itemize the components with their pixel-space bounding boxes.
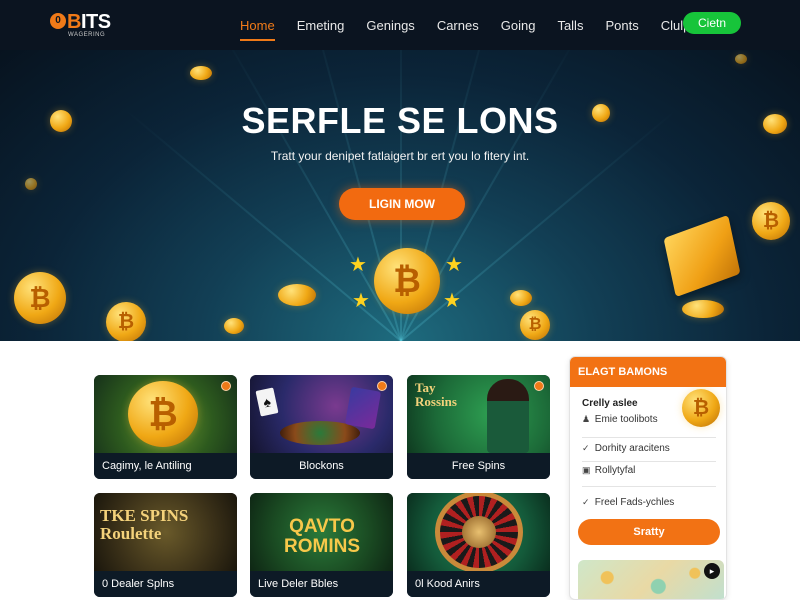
nav-item-carnes[interactable]: Carnes [437,12,479,39]
login-now-button[interactable]: LIGIN MOW [339,188,465,220]
check-icon: ✓ [582,497,590,507]
promo-thumbnail[interactable] [578,560,724,599]
game-card[interactable]: TKE SPINS Roulette 0 Dealer Splns [94,493,237,597]
light-ray [400,108,678,341]
star-icon: ★ [445,254,463,276]
coin-icon [25,178,37,190]
play-icon[interactable]: ▸ [704,563,720,579]
nav-item-genings[interactable]: Genings [366,12,414,39]
top-nav: 0 BITS WAGERING Home Emeting Genings Car… [0,0,800,50]
hero-title: SERFLE SE LONS [241,100,559,141]
slot-screen [344,386,382,430]
star-icon: ★ [443,290,461,312]
user-icon: ♟ [582,414,591,424]
game-card-label: 0l Kood Anirs [407,571,550,597]
nav-item-home[interactable]: Home [240,12,275,41]
brand-logo[interactable]: 0 BITS WAGERING [50,11,130,41]
sidebar-item[interactable]: ✓ Freel Fads-ychles [582,497,674,508]
game-card-image: ♠ [250,375,393,453]
game-card-image: Tay Rossins [407,375,550,453]
sidebar-title: ELAGT BAMONS [570,357,726,387]
promo-sidebar: ELAGT BAMONS Crelly aslee ₿ ♟ Emie tooli… [569,356,727,600]
coin-icon [190,66,212,80]
game-card-label: Live Deler Bbles [250,571,393,597]
sidebar-subtitle: Crelly aslee [582,398,638,409]
sidebar-item-label: Emie toolibots [594,414,658,425]
game-card-label: Free Spins [407,453,550,479]
coin-icon [510,290,532,306]
page: 0 BITS WAGERING Home Emeting Genings Car… [0,0,800,600]
sidebar-item-label: Dorhity aracitens [594,443,670,454]
playing-card-icon: ♠ [255,387,279,417]
sidebar-cta-button[interactable]: Sratty [578,519,720,545]
coin-icon [682,300,724,318]
game-card[interactable]: QAVTO ROMINS Live Deler Bbles [250,493,393,597]
gold-cube-icon [663,214,741,298]
check-icon: ✓ [582,443,590,453]
logo-mark: 0 [50,13,66,29]
hero-subtitle: Tratt your denipet fatlaigert br ert you… [270,149,530,163]
badge-dot [377,381,387,391]
badge-dot [534,381,544,391]
game-card[interactable]: ₿ Cagimy, le Antiling [94,375,237,479]
join-button[interactable]: Cietn [683,12,741,34]
promo-art-text: TKE SPINS Roulette [100,506,189,543]
game-card-image: ₿ [94,375,237,453]
star-icon: ★ [352,290,370,312]
game-card-label: 0 Dealer Splns [94,571,237,597]
badge-dot [221,381,231,391]
promo-art-text: Tay Rossins [415,380,457,409]
coin-icon [224,318,244,334]
nav-item-going[interactable]: Going [501,12,536,39]
game-card-image: TKE SPINS Roulette [94,493,237,571]
box-icon: ▣ [582,465,591,475]
roulette-wheel-icon [435,493,523,573]
divider [582,437,716,438]
game-card-image [407,493,550,573]
game-card[interactable]: ♠ Blockons [250,375,393,479]
coin-icon [50,110,72,132]
coin-icon [278,284,316,306]
coin-icon [763,114,787,134]
roulette-hub [462,516,496,548]
nav-item-talls[interactable]: Talls [557,12,583,39]
game-card[interactable]: 0l Kood Anirs [407,493,550,597]
game-card-label: Blockons [250,453,393,479]
sidebar-item-label: Freel Fads-ychles [594,497,675,508]
divider [582,461,716,462]
sidebar-item[interactable]: ▣ Rollytyfal [582,465,635,476]
nav-item-emeting[interactable]: Emeting [297,12,345,39]
sidebar-item-label: Rollytyfal [594,465,636,476]
game-card-image: QAVTO ROMINS [250,493,393,571]
bitcoin-coin-icon: ₿ [106,302,146,341]
promo-art-text: QAVTO ROMINS [284,516,360,557]
star-icon: ★ [349,254,367,276]
bitcoin-coin-icon: ₿ [374,248,440,314]
bitcoin-coin-icon: ₿ [14,272,66,324]
main-menu: Home Emeting Genings Carnes Going Talls … [240,0,712,50]
game-card-label: Cagimy, le Antiling [94,453,237,479]
content-area: ₿ Cagimy, le Antiling ♠ Blockons Tay Ros… [0,341,800,600]
bitcoin-coin-icon: ₿ [128,381,198,447]
dealer-figure [487,379,529,453]
sidebar-item[interactable]: ♟ Emie toolibots [582,414,658,425]
bitcoin-coin-icon: ₿ [682,389,720,427]
coin-icon [735,54,747,64]
coin-icon: ₿ [752,202,790,240]
game-card[interactable]: Tay Rossins Free Spins [407,375,550,479]
sidebar-item[interactable]: ✓ Dorhity aracitens [582,443,670,454]
logo-tagline: WAGERING [68,32,106,38]
nav-item-ponts[interactable]: Ponts [605,12,638,39]
logo-text: BITS [67,11,111,33]
coin-icon [592,104,610,122]
hero-banner: SERFLE SE LONS Tratt your denipet fatlai… [0,50,800,341]
bitcoin-coin-icon: ₿ [520,310,550,340]
divider [582,486,716,487]
